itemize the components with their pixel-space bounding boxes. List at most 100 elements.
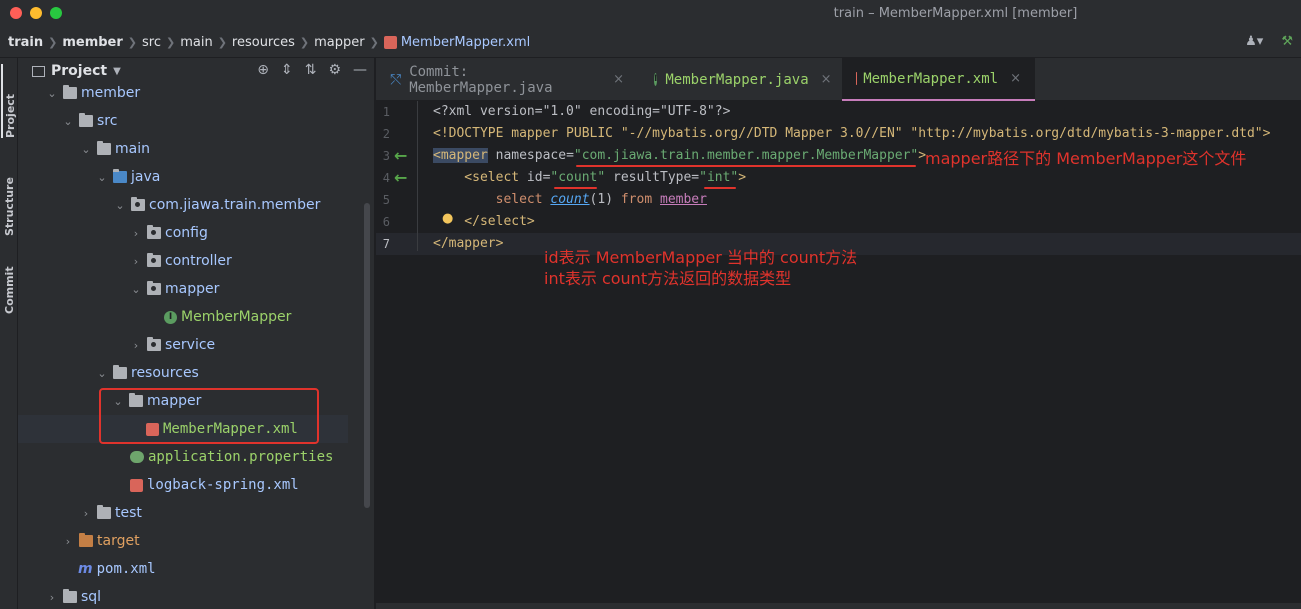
editor-bottom-bar (376, 603, 1301, 609)
title-bar: train – MemberMapper.xml [member] (0, 0, 1301, 28)
package-icon (147, 337, 161, 351)
tree-node-resources[interactable]: ⌄ resources (18, 359, 348, 387)
breadcrumb-item[interactable]: main (180, 35, 212, 50)
tab-commit-membermapper-java[interactable]: ⤲ Commit: MemberMapper.java × (376, 58, 638, 101)
int-underline (704, 187, 736, 189)
breadcrumb-item[interactable]: src (142, 35, 161, 50)
tree-node-membermapper-interface[interactable]: I MemberMapper (18, 303, 348, 331)
collapse-all-icon[interactable]: ⇅ (305, 62, 317, 78)
code-editor[interactable]: 1 2 3 4 5 6 7 ← ← ● <?xml version="1.0" … (376, 101, 1301, 609)
tree-node-pom[interactable]: m pom.xml (18, 555, 348, 583)
locate-icon[interactable]: ⊕ (257, 62, 269, 78)
chevron-down-icon[interactable]: ⌄ (130, 283, 142, 296)
editor-tabs: ⤲ Commit: MemberMapper.java × I MemberMa… (376, 58, 1301, 101)
tool-window-strip: Project Structure Commit (0, 58, 18, 609)
nav-actions: ♟▾ ⚒ (1245, 34, 1293, 49)
tree-node-mapper-package[interactable]: ⌄ mapper (18, 275, 348, 303)
project-panel: Project ▼ ⊕ ⇕ ⇅ ⚙ — ⌄ member ⌄ src ⌄ mai… (18, 58, 375, 609)
tree-node-sql[interactable]: › sql (18, 583, 348, 609)
project-tool-tab[interactable]: Project (1, 64, 17, 138)
line-number: 2 (382, 127, 390, 141)
excluded-folder-icon (79, 533, 93, 547)
tree-node-controller[interactable]: › controller (18, 247, 348, 275)
code-line-3: <mapper namespace="com.jiawa.train.membe… (433, 148, 927, 163)
tree-node-src[interactable]: ⌄ src (18, 107, 348, 135)
project-view-selector[interactable]: Project ▼ (32, 63, 121, 79)
chevron-down-icon[interactable]: ⌄ (96, 171, 108, 184)
close-tab-icon[interactable]: × (613, 72, 624, 87)
chevron-right-icon[interactable]: › (130, 339, 142, 352)
close-tab-icon[interactable]: × (1010, 71, 1021, 86)
line-number: 5 (382, 193, 390, 207)
breadcrumb: train ❯ member ❯ src ❯ main ❯ resources … (8, 35, 530, 50)
tree-node-logback-xml[interactable]: logback-spring.xml (18, 471, 348, 499)
tree-node-main[interactable]: ⌄ main (18, 135, 348, 163)
line-number: 1 (382, 105, 390, 119)
tab-membermapper-java[interactable]: I MemberMapper.java × (640, 58, 840, 101)
chevron-down-icon[interactable]: ⌄ (62, 115, 74, 128)
chevron-right-icon: ❯ (165, 36, 176, 49)
structure-tool-tab[interactable]: Structure (1, 150, 17, 236)
project-window-icon (32, 65, 45, 77)
folder-icon (79, 113, 93, 127)
project-scrollbar[interactable] (364, 203, 370, 508)
project-toolbar: ⊕ ⇕ ⇅ ⚙ — (257, 62, 367, 78)
package-icon (131, 197, 145, 211)
code-line-6: </select> (433, 214, 535, 229)
chevron-right-icon[interactable]: › (130, 227, 142, 240)
maven-icon: m (78, 561, 93, 577)
tree-node-member[interactable]: ⌄ member (18, 79, 348, 107)
line-number: 4 (382, 171, 390, 185)
breadcrumb-item[interactable]: train (8, 35, 43, 50)
breadcrumb-item[interactable]: mapper (314, 35, 364, 50)
folder-icon (97, 141, 111, 155)
int-annotation: int表示 count方法返回的数据类型 (544, 269, 792, 288)
highlight-box (99, 388, 319, 444)
tree-node-config[interactable]: › config (18, 219, 348, 247)
module-folder-icon (63, 85, 77, 99)
gutter-divider (417, 101, 418, 251)
tree-node-application-properties[interactable]: application.properties (18, 443, 348, 471)
chevron-down-icon[interactable]: ⌄ (80, 143, 92, 156)
hide-icon[interactable]: — (353, 62, 367, 78)
window-title: train – MemberMapper.xml [member] (833, 6, 1078, 21)
namespace-underline (576, 165, 916, 167)
package-icon (147, 281, 161, 295)
tree-node-test[interactable]: › test (18, 499, 348, 527)
close-tab-icon[interactable]: × (821, 72, 832, 87)
build-hammer-icon[interactable]: ⚒ (1281, 34, 1293, 49)
navigation-bar: train ❯ member ❯ src ❯ main ❯ resources … (0, 28, 1301, 58)
chevron-right-icon: ❯ (217, 36, 227, 49)
gear-icon[interactable]: ⚙ (328, 62, 341, 78)
code-line-5: select count(1) from member (433, 192, 707, 207)
xml-file-icon (856, 72, 858, 85)
tab-membermapper-xml[interactable]: MemberMapper.xml × (842, 58, 1035, 101)
navigate-to-interface-icon[interactable]: ← (394, 146, 407, 165)
source-folder-icon (113, 169, 127, 183)
expand-all-icon[interactable]: ⇕ (281, 62, 293, 78)
chevron-right-icon[interactable]: › (46, 591, 58, 604)
breadcrumb-item[interactable]: resources (232, 35, 295, 50)
account-icon[interactable]: ♟▾ (1245, 34, 1263, 49)
line-number: 7 (382, 237, 390, 251)
line-number: 6 (382, 215, 390, 229)
breadcrumb-item-current[interactable]: MemberMapper.xml (383, 35, 530, 50)
xml-file-icon (383, 36, 397, 49)
namespace-annotation: mapper路径下的 MemberMapper这个文件 (925, 149, 1247, 168)
chevron-right-icon[interactable]: › (130, 255, 142, 268)
chevron-down-icon[interactable]: ⌄ (46, 87, 58, 100)
tree-node-package-root[interactable]: ⌄ com.jiawa.train.member (18, 191, 348, 219)
code-line-4: <select id="count" resultType="int"> (433, 170, 747, 185)
commit-tool-tab[interactable]: Commit (1, 254, 17, 314)
chevron-right-icon[interactable]: › (62, 535, 74, 548)
tree-node-target[interactable]: › target (18, 527, 348, 555)
tree-node-java[interactable]: ⌄ java (18, 163, 348, 191)
breadcrumb-item[interactable]: member (62, 35, 122, 50)
chevron-down-icon[interactable]: ⌄ (96, 367, 108, 380)
chevron-right-icon[interactable]: › (80, 507, 92, 520)
line-number: 3 (382, 149, 390, 163)
navigate-to-method-icon[interactable]: ← (394, 168, 407, 187)
tree-node-service[interactable]: › service (18, 331, 348, 359)
interface-icon: I (654, 73, 658, 86)
chevron-down-icon[interactable]: ⌄ (114, 199, 126, 212)
